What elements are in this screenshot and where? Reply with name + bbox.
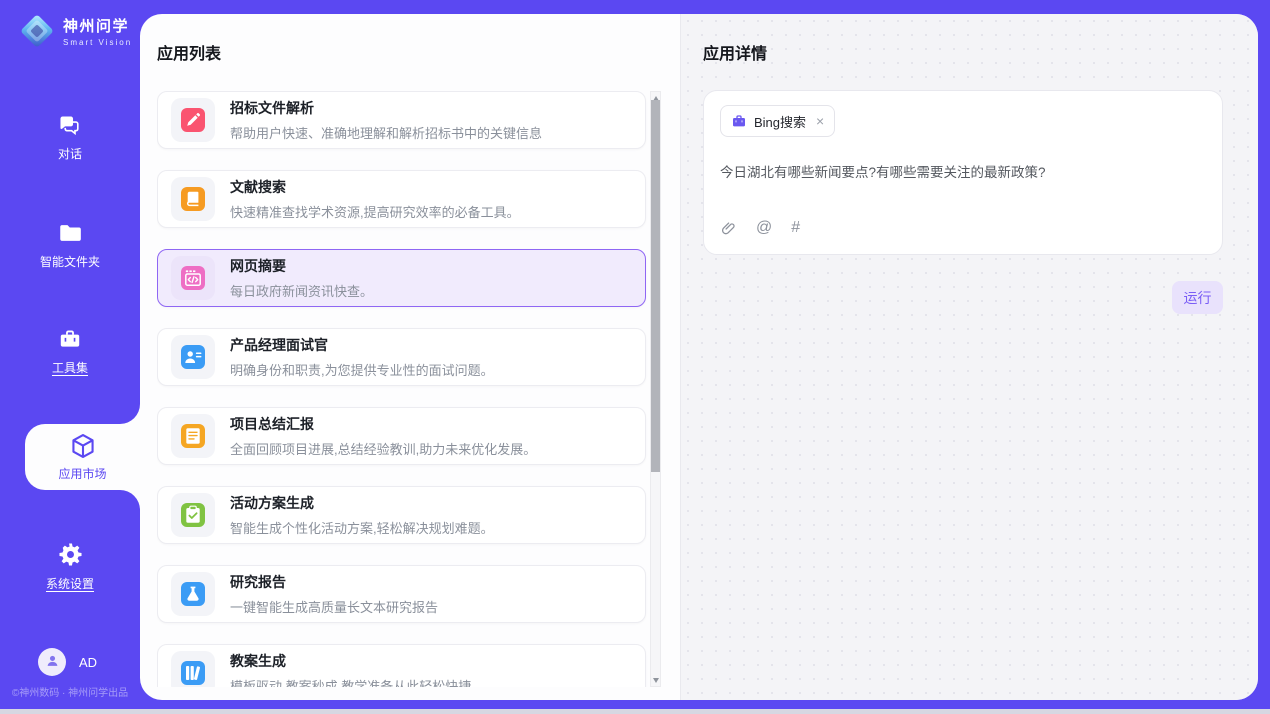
sidebar-item-chat[interactable]: 对话 [0, 112, 140, 162]
app-list-panel: 应用列表 招标文件解析帮助用户快速、准确地理解和解析招标书中的关键信息文献搜索快… [140, 14, 680, 700]
app-icon-frame [171, 651, 215, 687]
attachment-toolbar: @ # [720, 219, 1206, 240]
app-icon-frame [171, 256, 215, 300]
briefcase-icon [731, 113, 747, 129]
cube-icon [69, 432, 97, 460]
sidebar-item-smart-folders[interactable]: 智能文件夹 [0, 220, 140, 270]
bottom-strip [0, 709, 1270, 714]
copyright-text: ©神州数码 · 神州问学出品 [0, 684, 140, 699]
sidebar-item-app-market[interactable]: 应用市场 [25, 424, 140, 490]
app-icon-frame [171, 98, 215, 142]
app-icon-frame [171, 414, 215, 458]
chat-icon [57, 112, 83, 138]
app-name: 招标文件解析 [230, 98, 542, 118]
active-tab-curve-bottom [120, 490, 140, 510]
app-icon-frame [171, 335, 215, 379]
app-description: 全面回顾项目进展,总结经验教训,助力未来优化发展。 [230, 439, 536, 458]
run-row: 运行 [703, 281, 1223, 314]
app-description: 模板驱动,教案秒成,教学准备从此轻松快捷 [230, 676, 471, 687]
sidebar-item-label: 智能文件夹 [40, 253, 100, 270]
app-name: 活动方案生成 [230, 493, 494, 513]
app-card-text: 文献搜索快速精准查找学术资源,提高研究效率的必备工具。 [230, 177, 520, 221]
app-card-text: 项目总结汇报全面回顾项目进展,总结经验教训,助力未来优化发展。 [230, 414, 536, 458]
note-icon [180, 423, 206, 449]
app-card-lesson-plan[interactable]: 教案生成模板驱动,教案秒成,教学准备从此轻松快捷 [157, 644, 646, 687]
gear-icon [57, 541, 84, 568]
app-card-text: 招标文件解析帮助用户快速、准确地理解和解析招标书中的关键信息 [230, 98, 542, 142]
brand-name: 神州问学 [63, 15, 132, 36]
app-description: 每日政府新闻资讯快查。 [230, 281, 373, 300]
app-card-literature-search[interactable]: 文献搜索快速精准查找学术资源,提高研究效率的必备工具。 [157, 170, 646, 228]
person-icon [45, 653, 60, 671]
sidebar-item-label: 工具集 [52, 359, 88, 376]
scrollbar[interactable] [650, 91, 661, 687]
app-description: 快速精准查找学术资源,提高研究效率的必备工具。 [230, 202, 520, 221]
sidebar-item-settings[interactable]: 系统设置 [0, 541, 140, 592]
user-account[interactable]: AD [38, 648, 97, 676]
sidebar-item-label: 系统设置 [46, 575, 94, 592]
book-icon [180, 186, 206, 212]
user-initials: AD [79, 655, 97, 670]
folder-icon [57, 220, 83, 246]
app-list-title: 应用列表 [157, 40, 680, 64]
prompt-card: Bing搜索 × 今日湖北有哪些新闻要点?有哪些需要关注的最新政策? @ # [703, 90, 1223, 255]
brand-logo-icon [18, 12, 56, 50]
app-icon-frame [171, 572, 215, 616]
attach-icon[interactable] [720, 220, 737, 237]
sidebar-item-label: 对话 [58, 145, 82, 162]
app-name: 教案生成 [230, 651, 471, 671]
app-card-text: 研究报告一键智能生成高质量长文本研究报告 [230, 572, 438, 616]
app-list: 招标文件解析帮助用户快速、准确地理解和解析招标书中的关键信息文献搜索快速精准查找… [157, 91, 663, 687]
app-card-research-report[interactable]: 研究报告一键智能生成高质量长文本研究报告 [157, 565, 646, 623]
tool-chip-label: Bing搜索 [754, 112, 806, 131]
app-card-bid-doc-analysis[interactable]: 招标文件解析帮助用户快速、准确地理解和解析招标书中的关键信息 [157, 91, 646, 149]
app-icon-frame [171, 493, 215, 537]
avatar [38, 648, 66, 676]
app-detail-title: 应用详情 [703, 40, 1223, 64]
app-description: 帮助用户快速、准确地理解和解析招标书中的关键信息 [230, 123, 542, 142]
app-name: 项目总结汇报 [230, 414, 536, 434]
main-panel: 应用列表 招标文件解析帮助用户快速、准确地理解和解析招标书中的关键信息文献搜索快… [140, 14, 1258, 700]
app-detail-panel: 应用详情 Bing搜索 × 今日湖北有哪些新闻要点?有哪些需要关注的最新政策? … [680, 14, 1258, 700]
app-card-event-plan[interactable]: 活动方案生成智能生成个性化活动方案,轻松解决规划难题。 [157, 486, 646, 544]
plan-icon [180, 502, 206, 528]
app-description: 明确身份和职责,为您提供专业性的面试问题。 [230, 360, 494, 379]
app-card-pm-interviewer[interactable]: 产品经理面试官明确身份和职责,为您提供专业性的面试问题。 [157, 328, 646, 386]
scrollbar-thumb[interactable] [651, 100, 660, 472]
brand-subtitle: Smart Vision [63, 38, 132, 47]
app-card-webpage-summary[interactable]: 网页摘要每日政府新闻资讯快查。 [157, 249, 646, 307]
app-name: 文献搜索 [230, 177, 520, 197]
app-icon-frame [171, 177, 215, 221]
app-name: 产品经理面试官 [230, 335, 494, 355]
query-text[interactable]: 今日湖北有哪些新闻要点?有哪些需要关注的最新政策? [720, 161, 1206, 181]
interview-icon [180, 344, 206, 370]
app-card-text: 教案生成模板驱动,教案秒成,教学准备从此轻松快捷 [230, 651, 471, 687]
sidebar-item-label: 应用市场 [58, 465, 106, 482]
sidebar: 神州问学 Smart Vision 对话智能文件夹工具集应用市场系统设置 AD … [0, 0, 140, 714]
toolbox-icon [57, 326, 83, 352]
scroll-down-arrow[interactable] [651, 675, 660, 685]
app-card-text: 活动方案生成智能生成个性化活动方案,轻松解决规划难题。 [230, 493, 494, 537]
app-name: 网页摘要 [230, 256, 373, 276]
research-icon [180, 581, 206, 607]
app-name: 研究报告 [230, 572, 438, 592]
app-description: 一键智能生成高质量长文本研究报告 [230, 597, 438, 616]
app-description: 智能生成个性化活动方案,轻松解决规划难题。 [230, 518, 494, 537]
app-card-project-summary[interactable]: 项目总结汇报全面回顾项目进展,总结经验教训,助力未来优化发展。 [157, 407, 646, 465]
app-card-text: 网页摘要每日政府新闻资讯快查。 [230, 256, 373, 300]
webpage-icon [180, 265, 206, 291]
brand-logo: 神州问学 Smart Vision [18, 12, 132, 50]
topic-icon[interactable]: # [791, 219, 800, 237]
run-button[interactable]: 运行 [1172, 281, 1223, 314]
active-tab-curve-top [120, 404, 140, 424]
sidebar-item-toolset[interactable]: 工具集 [0, 326, 140, 376]
chip-remove-icon[interactable]: × [816, 113, 824, 129]
tool-chip-bing-search[interactable]: Bing搜索 × [720, 105, 835, 137]
app-card-text: 产品经理面试官明确身份和职责,为您提供专业性的面试问题。 [230, 335, 494, 379]
mention-icon[interactable]: @ [756, 219, 772, 237]
edit-icon [180, 107, 206, 133]
lesson-icon [180, 660, 206, 686]
